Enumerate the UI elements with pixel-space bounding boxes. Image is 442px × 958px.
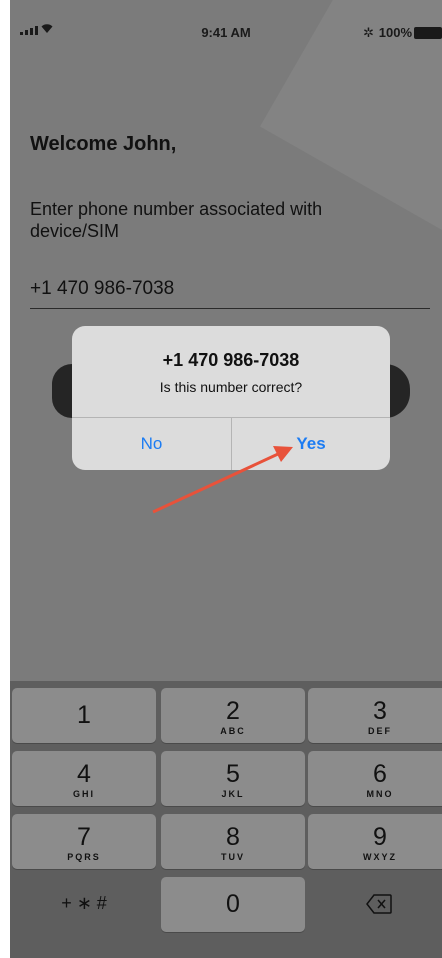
numeric-keypad: 1 2 ABC 3 DEF 4 GHI 5 JKL 6 MNO 7 PQRS 8… [10,681,442,958]
key-0[interactable]: 0 [161,877,305,932]
dialog-message: Is this number correct? [159,379,303,395]
key-2[interactable]: 2 ABC [161,688,305,743]
bluetooth-icon: ✲ [363,25,374,40]
backspace-icon [366,894,392,914]
status-bar: 9:41 AM ✲ 100% [10,0,442,62]
welcome-heading: Welcome John, [30,133,177,155]
battery-icon [414,27,442,39]
phone-screen: 9:41 AM ✲ 100% Welcome John, Enter phone… [10,0,442,958]
key-4[interactable]: 4 GHI [12,751,156,806]
input-underline [30,308,430,309]
key-3[interactable]: 3 DEF [308,688,442,743]
key-6[interactable]: 6 MNO [308,751,442,806]
instruction-text: Enter phone number associated with devic… [30,199,323,241]
key-symbols[interactable]: + ∗ # [12,877,156,932]
battery-percentage: 100% [378,25,412,40]
key-8[interactable]: 8 TUV [161,814,305,869]
confirm-dialog: +1 470 986-7038 Is this number correct? … [72,326,390,470]
phone-number-input[interactable]: +1 470 986-7038 [30,278,174,300]
key-5[interactable]: 5 JKL [161,751,305,806]
no-button[interactable]: No [72,418,231,470]
dialog-title: +1 470 986-7038 [162,350,300,370]
key-1[interactable]: 1 [12,688,156,743]
backspace-key[interactable] [308,877,442,932]
key-7[interactable]: 7 PQRS [12,814,156,869]
key-9[interactable]: 9 WXYZ [308,814,442,869]
yes-button[interactable]: Yes [232,418,390,470]
status-time: 9:41 AM [201,25,251,40]
